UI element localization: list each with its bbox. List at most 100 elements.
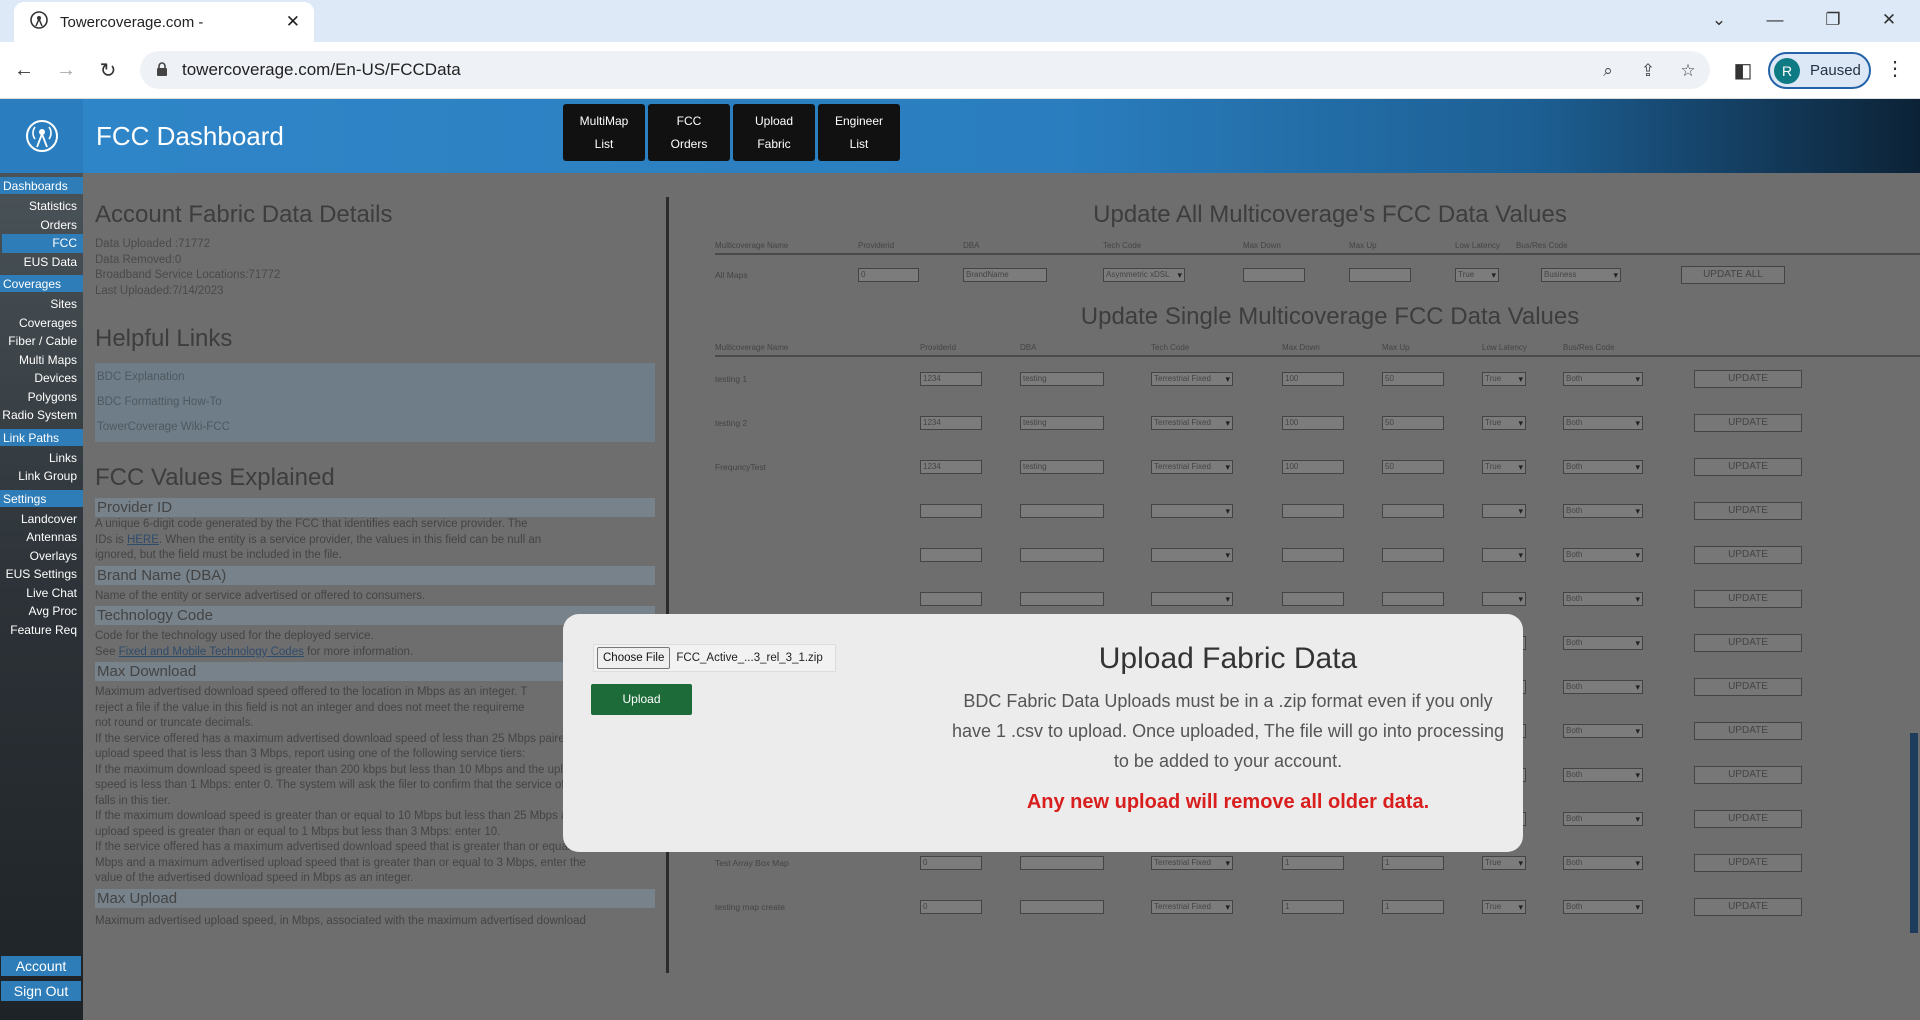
back-arrow-icon[interactable]: ← xyxy=(10,56,38,84)
link-wiki-fcc[interactable]: TowerCoverage Wiki-FCC xyxy=(95,415,655,440)
row-down-input[interactable] xyxy=(1282,504,1344,518)
row-tech-select[interactable] xyxy=(1151,592,1233,606)
row-up-input[interactable]: 50 xyxy=(1382,372,1444,386)
upload-button[interactable]: Upload xyxy=(591,684,692,715)
profile-button[interactable]: R Paused xyxy=(1768,52,1871,89)
menu-kebab-icon[interactable]: ⋮ xyxy=(1885,56,1905,81)
row-down-input[interactable]: 100 xyxy=(1282,416,1344,430)
row-update-button[interactable]: UPDATE xyxy=(1694,722,1802,740)
row-down-input[interactable] xyxy=(1282,548,1344,562)
sidebar-item-coverages[interactable]: Coverages xyxy=(0,314,83,333)
row-up-input[interactable]: 50 xyxy=(1382,460,1444,474)
row-update-button[interactable]: UPDATE xyxy=(1694,458,1802,476)
window-close-icon[interactable]: ✕ xyxy=(1866,0,1912,40)
row-dba-input[interactable] xyxy=(1020,900,1104,914)
sidebar-item-orders[interactable]: Orders xyxy=(0,216,83,235)
update-all-button[interactable]: UPDATE ALL xyxy=(1681,266,1785,284)
link-bdc-formatting[interactable]: BDC Formatting How-To xyxy=(95,390,655,415)
row-dba-input[interactable]: testing xyxy=(1020,460,1104,474)
tab-search-icon[interactable]: ⌄ xyxy=(1696,0,1742,40)
sidebar-item-polygons[interactable]: Polygons xyxy=(0,388,83,407)
row-busres-select[interactable]: Both xyxy=(1563,592,1643,606)
row-up-input[interactable]: 1 xyxy=(1382,900,1444,914)
sidebar-item-feature-req[interactable]: Feature Req xyxy=(0,621,83,640)
row-down-input[interactable]: 1 xyxy=(1282,856,1344,870)
row-busres-select[interactable]: Both xyxy=(1563,768,1643,782)
sidebar-item-avg-proc[interactable]: Avg Proc xyxy=(0,602,83,621)
row-busres-select[interactable]: Both xyxy=(1563,680,1643,694)
account-button[interactable]: Account xyxy=(1,956,81,976)
choose-file-button[interactable]: Choose File xyxy=(597,647,671,669)
sidebar-item-antennas[interactable]: Antennas xyxy=(0,528,83,547)
engineer-list-button[interactable]: Engineer List xyxy=(818,104,900,161)
share-icon[interactable]: ⇪ xyxy=(1637,60,1659,82)
row-provider-input[interactable]: 1234 xyxy=(920,416,982,430)
sidebar-item-link-group[interactable]: Link Group xyxy=(0,467,83,486)
zoom-icon[interactable]: ⌕ xyxy=(1597,60,1619,82)
row-provider-input[interactable]: 1234 xyxy=(920,372,982,386)
sidebar-item-multimaps[interactable]: Multi Maps xyxy=(0,351,83,370)
bookmark-star-icon[interactable]: ☆ xyxy=(1677,60,1699,82)
row-latency-select[interactable]: True xyxy=(1482,372,1526,386)
row-busres-select[interactable]: Both xyxy=(1563,856,1643,870)
row-provider-input[interactable]: 0 xyxy=(920,856,982,870)
sidebar-item-fiber[interactable]: Fiber / Cable xyxy=(0,332,83,351)
row-latency-select[interactable] xyxy=(1482,548,1526,562)
row-up-input[interactable] xyxy=(1382,504,1444,518)
row-update-button[interactable]: UPDATE xyxy=(1694,634,1802,652)
reload-icon[interactable]: ↻ xyxy=(94,56,122,84)
all-up-input[interactable] xyxy=(1349,268,1411,282)
row-update-button[interactable]: UPDATE xyxy=(1694,898,1802,916)
multimap-list-button[interactable]: MultiMap List xyxy=(563,104,645,161)
sidebar-item-eus-settings[interactable]: EUS Settings xyxy=(0,565,83,584)
link-bdc-explanation[interactable]: BDC Explanation xyxy=(95,365,655,390)
row-busres-select[interactable]: Both xyxy=(1563,504,1643,518)
file-input[interactable]: Choose File FCC_Active_...3_rel_3_1.zip xyxy=(593,644,836,672)
row-busres-select[interactable]: Both xyxy=(1563,900,1643,914)
address-bar[interactable]: towercoverage.com/En-US/FCCData ⌕ ⇪ ☆ xyxy=(140,51,1710,89)
all-down-input[interactable] xyxy=(1243,268,1305,282)
row-latency-select[interactable]: True xyxy=(1482,416,1526,430)
sidebar-item-statistics[interactable]: Statistics xyxy=(0,197,83,216)
provider-here-link[interactable]: HERE xyxy=(127,534,159,546)
row-tech-select[interactable] xyxy=(1151,548,1233,562)
forward-arrow-icon[interactable]: → xyxy=(52,56,80,84)
row-update-button[interactable]: UPDATE xyxy=(1694,414,1802,432)
row-tech-select[interactable]: Terrestrial Fixed xyxy=(1151,900,1233,914)
row-update-button[interactable]: UPDATE xyxy=(1694,546,1802,564)
row-busres-select[interactable]: Both xyxy=(1563,372,1643,386)
row-latency-select[interactable] xyxy=(1482,504,1526,518)
row-busres-select[interactable]: Both xyxy=(1563,724,1643,738)
row-provider-input[interactable]: 0 xyxy=(920,900,982,914)
row-update-button[interactable]: UPDATE xyxy=(1694,678,1802,696)
browser-tab[interactable]: Towercoverage.com - ✕ xyxy=(14,2,314,42)
all-latency-select[interactable]: True xyxy=(1455,268,1499,282)
row-dba-input[interactable]: testing xyxy=(1020,416,1104,430)
side-panel-icon[interactable]: ◧ xyxy=(1729,56,1757,84)
sidebar-item-radio-system[interactable]: Radio System xyxy=(0,406,83,425)
row-busres-select[interactable]: Both xyxy=(1563,416,1643,430)
row-provider-input[interactable] xyxy=(920,548,982,562)
fcc-orders-button[interactable]: FCC Orders xyxy=(648,104,730,161)
row-update-button[interactable]: UPDATE xyxy=(1694,370,1802,388)
row-tech-select[interactable] xyxy=(1151,504,1233,518)
row-update-button[interactable]: UPDATE xyxy=(1694,766,1802,784)
row-latency-select[interactable]: True xyxy=(1482,900,1526,914)
row-down-input[interactable]: 100 xyxy=(1282,460,1344,474)
row-update-button[interactable]: UPDATE xyxy=(1694,854,1802,872)
sidebar-item-overlays[interactable]: Overlays xyxy=(0,547,83,566)
all-busres-select[interactable]: Business xyxy=(1541,268,1621,282)
sidebar-item-eus-data[interactable]: EUS Data xyxy=(0,253,83,272)
restore-icon[interactable]: ❐ xyxy=(1810,0,1856,40)
row-dba-input[interactable] xyxy=(1020,592,1104,606)
all-tech-select[interactable]: Asymmetric xDSL xyxy=(1103,268,1185,282)
row-dba-input[interactable] xyxy=(1020,856,1104,870)
row-down-input[interactable]: 100 xyxy=(1282,372,1344,386)
sidebar-item-devices[interactable]: Devices xyxy=(0,369,83,388)
row-busres-select[interactable]: Both xyxy=(1563,548,1643,562)
row-down-input[interactable]: 1 xyxy=(1282,900,1344,914)
row-latency-select[interactable]: True xyxy=(1482,460,1526,474)
row-busres-select[interactable]: Both xyxy=(1563,812,1643,826)
row-tech-select[interactable]: Terrestrial Fixed xyxy=(1151,856,1233,870)
sidebar-item-fcc[interactable]: FCC xyxy=(2,234,83,253)
